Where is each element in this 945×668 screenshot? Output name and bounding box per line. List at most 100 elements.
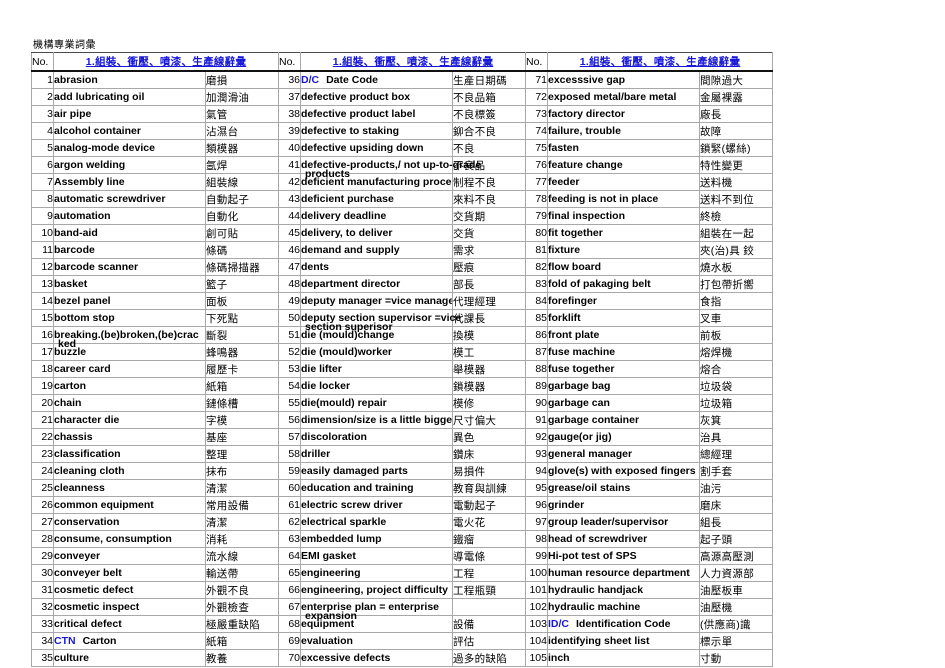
term-text: feeding is not in place (548, 193, 659, 205)
term-english: conveyer (53, 547, 206, 565)
term-chinese: 鎖模器 (452, 377, 526, 395)
term-text: die locker (301, 380, 351, 392)
row-number: 47 (278, 258, 301, 276)
table-row: 8 automatic screwdriver 自動起子 43 deficient pu… (31, 190, 773, 208)
term-text: fit together (548, 227, 603, 239)
term-chinese: 條碼掃描器 (205, 258, 279, 276)
table-row: 13 basket 籃子 48 department director 部長 83 fold … (31, 275, 773, 293)
term-text: conservation (54, 516, 120, 528)
term-text: automatic screwdriver (54, 193, 166, 205)
term-chinese: 舉模器 (452, 360, 526, 378)
row-number: 49 (278, 292, 301, 310)
row-number: 66 (278, 581, 301, 599)
term-english: chassis (53, 428, 206, 446)
term-chinese: 異色 (452, 428, 526, 446)
term-chinese: 寸動 (699, 649, 773, 667)
term-chinese: 生產日期碼 (452, 70, 526, 89)
table-row: 1 abrasion 磨損 36 D/C Date Code 生產日期碼 71 excesssi… (31, 70, 773, 89)
term-code: D/C (301, 74, 320, 86)
term-english: deputy section supervisor =vice section s… (300, 309, 461, 333)
term-english: fold of pakaging belt (547, 275, 700, 293)
term-text: feeder (548, 176, 580, 188)
term-chinese: 前板 (699, 326, 773, 344)
term-english: engineering (300, 564, 453, 582)
term-chinese: 設備 (452, 615, 526, 633)
term-text: garbage bag (548, 380, 611, 392)
term-chinese: 割手套 (699, 462, 773, 480)
row-number: 70 (278, 649, 301, 667)
table-row: 25 cleanness 清潔 60 education and training 教育與… (31, 479, 773, 497)
term-english: excesssive gap (547, 70, 700, 89)
row-number: 84 (525, 292, 548, 310)
term-chinese: 沾濕台 (205, 122, 279, 140)
term-chinese: 油污 (699, 479, 773, 497)
row-number: 7 (31, 173, 54, 191)
row-number: 43 (278, 190, 301, 208)
row-number: 32 (31, 598, 54, 616)
term-chinese: 履歷卡 (205, 360, 279, 378)
term-text: fuse together (548, 363, 615, 375)
term-english: argon welding (53, 156, 206, 174)
term-chinese: 消耗 (205, 530, 279, 548)
term-chinese: 易損件 (452, 462, 526, 480)
row-number: 3 (31, 105, 54, 123)
term-english: front plate (547, 326, 700, 344)
term-english: fixture (547, 241, 700, 259)
term-chinese: 總經理 (699, 445, 773, 463)
term-chinese: 交貨期 (452, 207, 526, 225)
term-english: analog-mode device (53, 139, 206, 157)
term-english: human resource department (547, 564, 700, 582)
term-text: critical defect (54, 618, 122, 630)
term-chinese: 叉車 (699, 309, 773, 327)
row-number: 75 (525, 139, 548, 157)
term-english: garbage container (547, 411, 700, 429)
row-number: 40 (278, 139, 301, 157)
row-number: 103 (525, 615, 548, 633)
row-number: 101 (525, 581, 548, 599)
row-number: 31 (31, 581, 54, 599)
term-chinese: 極嚴重缺陷 (205, 615, 279, 633)
term-text: fold of pakaging belt (548, 278, 651, 290)
row-number: 56 (278, 411, 301, 429)
term-english: chain (53, 394, 206, 412)
term-text: evaluation (301, 635, 353, 647)
row-number: 19 (31, 377, 54, 395)
term-chinese: 籃子 (205, 275, 279, 293)
term-text: garbage container (548, 414, 640, 426)
row-number: 36 (278, 70, 301, 89)
term-text: easily damaged parts (301, 465, 408, 477)
term-text: excesssive gap (548, 74, 626, 86)
term-chinese: 導電條 (452, 547, 526, 565)
term-code: ID/C (548, 618, 570, 630)
term-text: gauge(or jig) (548, 431, 612, 443)
term-text: education and training (301, 482, 414, 494)
term-english: automation (53, 207, 206, 225)
term-text: discoloration (301, 431, 367, 443)
term-chinese: 不良 (452, 139, 526, 157)
term-chinese: 字模 (205, 411, 279, 429)
table-row: 34 CTN Carton 紙箱 69 evaluation 評估 104 identifyin… (31, 632, 773, 650)
term-chinese: 模修 (452, 394, 526, 412)
term-english: glove(s) with exposed fingers (547, 462, 700, 480)
term-text: forklift (548, 312, 581, 324)
term-english: bezel panel (53, 292, 206, 310)
term-chinese: 教養 (205, 649, 279, 667)
term-text: flow board (548, 261, 602, 273)
term-english: barcode (53, 241, 206, 259)
term-chinese: 斷裂 (205, 326, 279, 344)
row-number: 29 (31, 547, 54, 565)
row-number: 85 (525, 309, 548, 327)
term-english: D/C Date Code (300, 70, 453, 89)
term-text: character die (54, 414, 120, 426)
term-chinese: 常用設備 (205, 496, 279, 514)
term-chinese: 基座 (205, 428, 279, 446)
term-english: dents (300, 258, 453, 276)
row-number: 51 (278, 326, 301, 344)
term-english: feature change (547, 156, 700, 174)
term-text: defective upsiding down (301, 142, 424, 154)
row-number: 80 (525, 224, 548, 242)
term-text: engineering (301, 567, 361, 579)
term-english: hydraulic machine (547, 598, 700, 616)
term-english: Assembly line (53, 173, 206, 191)
term-english: deputy manager =vice manager (300, 292, 453, 310)
